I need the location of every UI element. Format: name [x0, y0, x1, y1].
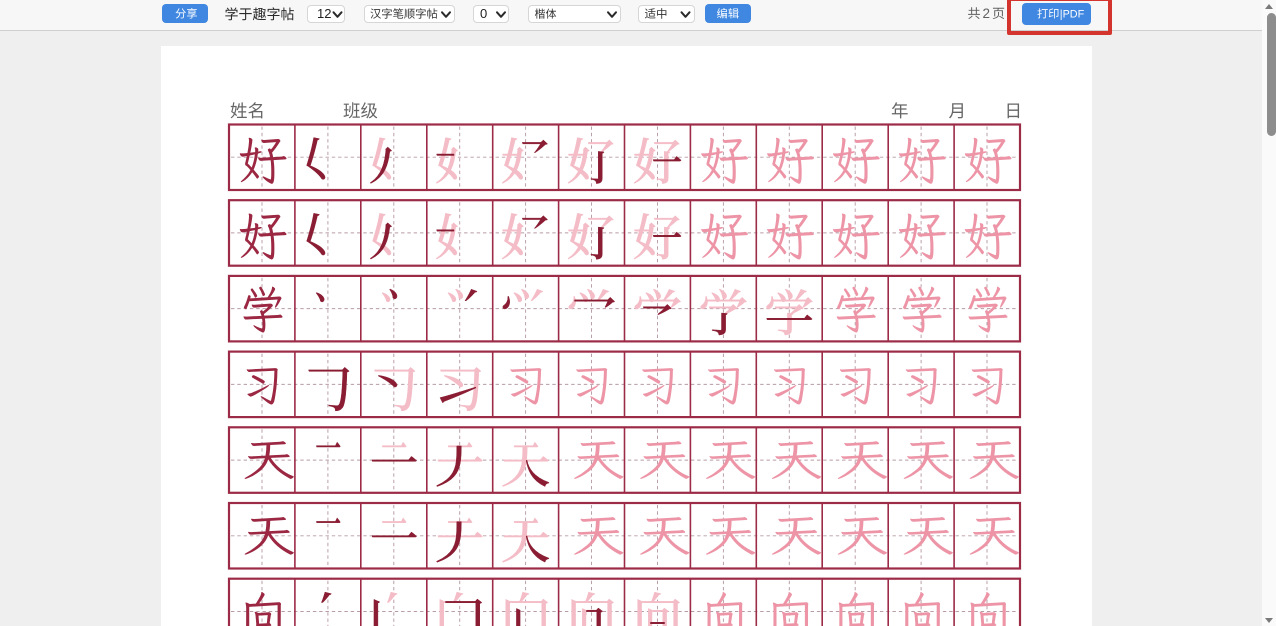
svg-text:2: 2	[983, 6, 991, 21]
